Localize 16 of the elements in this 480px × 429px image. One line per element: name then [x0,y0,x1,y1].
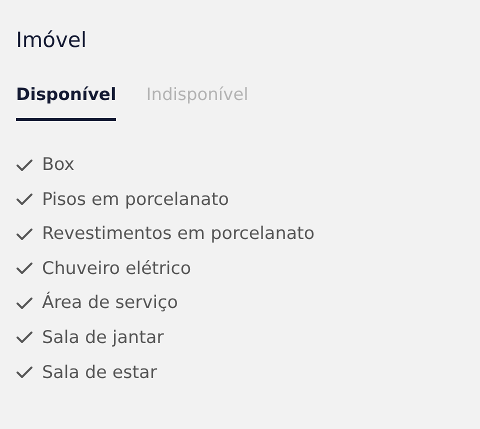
feature-label: Revestimentos em porcelanato [42,224,315,244]
check-icon [16,331,33,344]
feature-label: Sala de estar [42,362,158,383]
feature-label: Box [42,155,75,175]
check-icon [16,262,33,276]
check-icon [16,158,33,172]
check-icon [16,193,33,206]
tab[interactable]: Disponível [16,84,116,121]
section-title: Imóvel [16,27,88,54]
check-icon [16,296,33,310]
feature-label: Pisos em porcelanato [42,190,229,210]
feature-label: Área de serviço [42,293,178,314]
feature-label: Chuveiro elétrico [42,258,192,279]
check-icon [16,228,33,241]
feature-label: Sala de jantar [42,328,164,348]
check-icon [16,366,33,380]
